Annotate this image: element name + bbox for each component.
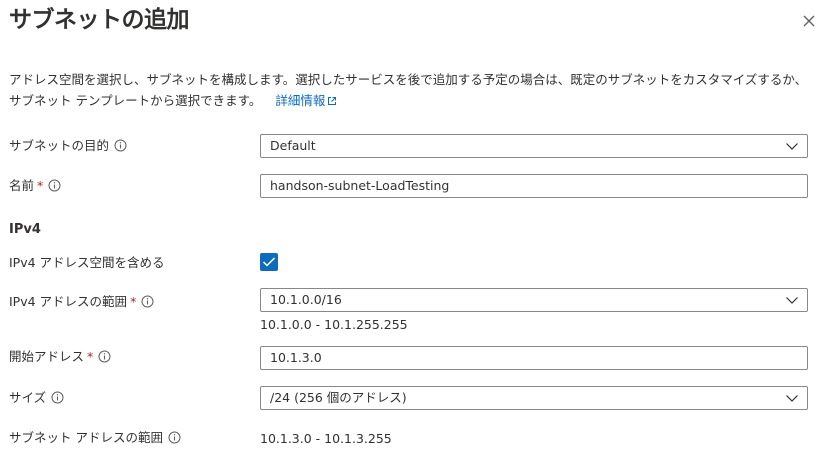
include-ipv4-checkbox[interactable] — [260, 253, 278, 271]
info-icon[interactable] — [141, 295, 154, 308]
close-icon — [803, 15, 815, 27]
ipv4-section-heading: IPv4 — [9, 222, 41, 237]
include-ipv4-label: IPv4 アドレス空間を含める — [9, 255, 165, 270]
chevron-down-icon — [786, 395, 798, 402]
chevron-down-icon — [786, 143, 798, 150]
description-text: アドレス空間を選択し、サブネットを構成します。選択したサービスを後で追加する予定… — [9, 72, 808, 108]
name-input[interactable]: handson-subnet-LoadTesting — [260, 174, 808, 198]
external-link-icon — [328, 97, 337, 105]
purpose-select-value: Default — [270, 138, 316, 153]
start-address-label: 開始アドレス * — [9, 347, 111, 367]
size-label-text: サイズ — [9, 390, 47, 405]
learn-more-label: 詳細情報 — [275, 93, 326, 108]
purpose-label-text: サブネットの目的 — [9, 138, 110, 153]
ipv4-range-select[interactable]: 10.1.0.0/16 — [260, 288, 808, 312]
info-icon[interactable] — [114, 139, 127, 152]
name-label-text: 名前 — [9, 178, 35, 193]
checkmark-icon — [262, 257, 276, 267]
info-icon[interactable] — [51, 391, 64, 404]
required-mark: * — [37, 178, 44, 193]
info-icon[interactable] — [48, 179, 61, 192]
close-button[interactable] — [798, 10, 820, 32]
start-address-label-text: 開始アドレス — [9, 349, 85, 364]
chevron-down-icon — [786, 297, 798, 304]
required-mark: * — [130, 294, 137, 309]
subnet-range-label-text: サブネット アドレスの範囲 — [9, 430, 163, 445]
name-label: 名前 * — [9, 176, 61, 196]
panel-title: サブネットの追加 — [9, 7, 190, 33]
info-icon[interactable] — [98, 350, 111, 363]
name-input-value: handson-subnet-LoadTesting — [270, 178, 450, 193]
panel-description: アドレス空間を選択し、サブネットを構成します。選択したサービスを後で追加する予定… — [9, 69, 809, 111]
required-mark: * — [87, 349, 94, 364]
subnet-range-value: 10.1.3.0 - 10.1.3.255 — [260, 431, 392, 446]
start-address-input-value: 10.1.3.0 — [270, 350, 322, 365]
ipv4-range-label: IPv4 アドレスの範囲 * — [9, 292, 154, 312]
learn-more-link[interactable]: 詳細情報 — [275, 93, 337, 108]
size-select[interactable]: /24 (256 個のアドレス) — [260, 386, 808, 410]
purpose-select[interactable]: Default — [260, 134, 808, 158]
purpose-label: サブネットの目的 — [9, 136, 127, 156]
subnet-range-label: サブネット アドレスの範囲 — [9, 428, 181, 448]
ipv4-range-hint: 10.1.0.0 - 10.1.255.255 — [260, 317, 408, 332]
ipv4-range-label-text: IPv4 アドレスの範囲 — [9, 294, 128, 309]
info-icon[interactable] — [168, 431, 181, 444]
start-address-input[interactable]: 10.1.3.0 — [260, 346, 808, 370]
ipv4-range-select-value: 10.1.0.0/16 — [270, 292, 342, 307]
size-select-value: /24 (256 個のアドレス) — [270, 390, 407, 405]
size-label: サイズ — [9, 388, 64, 408]
